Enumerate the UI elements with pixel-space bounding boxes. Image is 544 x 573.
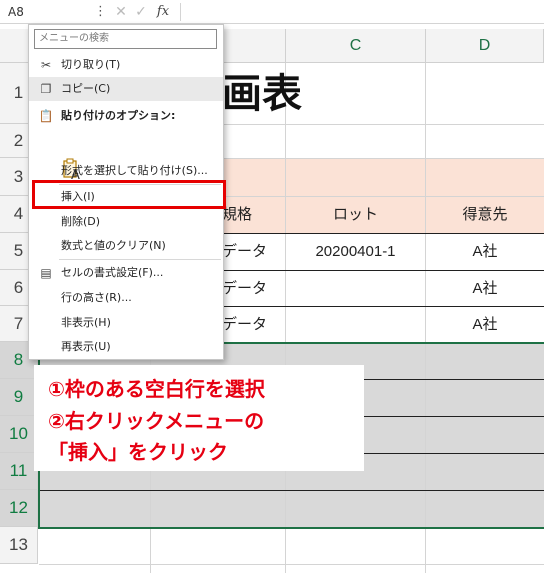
menu-item-label: 行の高さ(R)... <box>61 291 132 304</box>
header-customer: 得意先 <box>462 206 508 223</box>
cell-spec[interactable]: データ <box>222 307 284 342</box>
menu-separator <box>59 259 221 260</box>
copy-icon: ❐ <box>40 82 52 96</box>
gridline-h <box>39 564 544 565</box>
menu-item-row-height[interactable]: 行の高さ(R)... <box>29 286 223 310</box>
menu-item-copy[interactable]: ❐ コピー(C) <box>29 77 223 101</box>
menu-search-input[interactable]: メニューの検索 <box>34 29 217 49</box>
row-header[interactable]: 10 <box>0 416 38 453</box>
menu-item-label: コピー(C) <box>61 82 111 95</box>
name-box[interactable]: A8 <box>0 0 88 24</box>
menu-item-label: 非表示(H) <box>61 316 111 329</box>
cancel-icon[interactable]: ✕ <box>114 0 128 24</box>
menu-item-label: 切り取り(T) <box>61 58 121 71</box>
menu-item-format-cells[interactable]: ▤ セルの書式設定(F)... <box>29 261 223 285</box>
menu-item-label: 貼り付けのオプション: <box>61 109 176 122</box>
cell-lot[interactable]: 20200401-1 <box>286 234 425 270</box>
row-header[interactable]: 13 <box>0 527 38 564</box>
scissors-icon: ✂ <box>40 58 52 72</box>
insert-function-icon[interactable]: fx <box>152 0 174 24</box>
menu-item-clear-contents[interactable]: 数式と値のクリア(N) <box>29 234 223 258</box>
cell-customer[interactable]: A社 <box>426 234 544 270</box>
sheet-title: 画表 <box>222 71 302 117</box>
row-header[interactable]: 12 <box>0 490 38 527</box>
menu-item-delete[interactable]: 削除(D) <box>29 210 223 234</box>
instruction-line-3: 「挿入」をクリック <box>48 440 228 464</box>
insert-highlight-box <box>32 180 226 209</box>
more-options-icon[interactable]: ⋮ <box>94 0 107 24</box>
formula-input[interactable] <box>180 3 544 21</box>
menu-item-unhide[interactable]: 再表示(U) <box>29 335 223 359</box>
cell-customer[interactable]: A社 <box>426 307 544 342</box>
clipboard-icon: 📋 <box>38 109 54 123</box>
row-header[interactable]: 11 <box>0 453 38 490</box>
instruction-line-1: ①枠のある空白行を選択 <box>48 377 265 401</box>
menu-item-label: 削除(D) <box>61 215 101 228</box>
instruction-line-2: ②右クリックメニューの <box>48 409 265 433</box>
header-lot: ロット <box>332 206 378 223</box>
cell-lot[interactable] <box>286 271 425 306</box>
cell-spec[interactable]: データ <box>222 234 284 270</box>
menu-item-label: 再表示(U) <box>61 340 111 353</box>
enter-check-icon[interactable]: ✓ <box>134 0 148 24</box>
cell-lot[interactable] <box>286 307 425 342</box>
menu-item-hide[interactable]: 非表示(H) <box>29 311 223 335</box>
header-spec: 規格 <box>222 206 253 223</box>
instruction-note: ①枠のある空白行を選択 ②右クリックメニューの 「挿入」をクリック <box>34 365 364 471</box>
paste-options-heading: 📋 貼り付けのオプション: <box>29 104 223 128</box>
column-header-c[interactable]: C <box>286 29 426 63</box>
menu-item-label: 数式と値のクリア(N) <box>61 239 166 252</box>
formula-bar: A8 ⋮ ✕ ✓ fx <box>0 0 544 24</box>
format-cells-icon: ▤ <box>40 266 52 280</box>
cell-customer[interactable]: A社 <box>426 271 544 306</box>
cell-spec[interactable]: データ <box>222 271 284 306</box>
menu-item-label: セルの書式設定(F)... <box>61 266 164 279</box>
column-header-d[interactable]: D <box>426 29 544 63</box>
menu-item-cut[interactable]: ✂ 切り取り(T) <box>29 53 223 77</box>
row-header[interactable]: 9 <box>0 379 38 416</box>
